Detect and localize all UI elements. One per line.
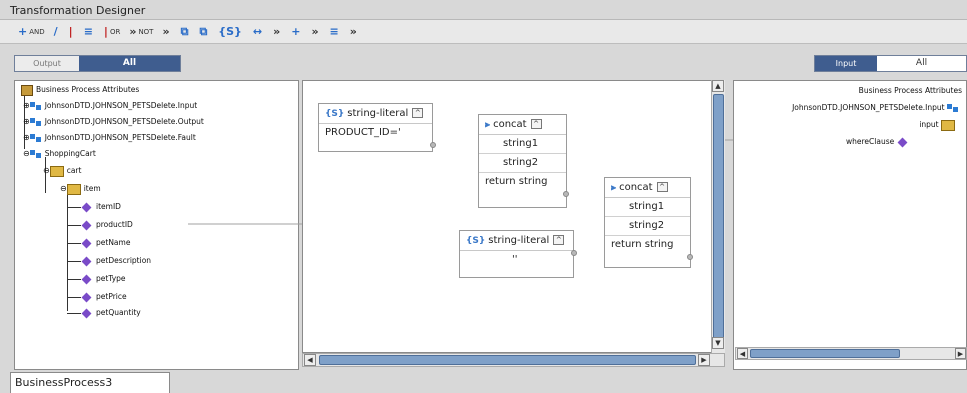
process-tab[interactable]: BusinessProcess3 [10, 372, 170, 393]
string-literal-value[interactable]: '' [460, 251, 573, 270]
output-port[interactable] [563, 191, 569, 197]
tree-item-input-message[interactable]: JohnsonDTD.JOHNSON_PETSDelete.Input [792, 102, 962, 114]
concat-input-string2[interactable]: string2 [479, 154, 566, 173]
scroll-right-button[interactable]: ▶ [698, 354, 710, 366]
string-literal-icon: {S} [466, 236, 486, 246]
output-port[interactable] [430, 142, 436, 148]
concat-icon: ⫸ [485, 120, 491, 130]
scroll-up-button[interactable]: ▲ [712, 80, 724, 92]
canvas-vertical-scrollbar[interactable]: ▲ ▼ [711, 80, 725, 353]
concat-output[interactable]: return string [479, 173, 566, 192]
scroll-right-button[interactable]: ▶ [955, 348, 966, 359]
collapse-button[interactable]: ^ [412, 108, 424, 118]
collapse-button[interactable]: ^ [530, 119, 542, 129]
string-literal-value[interactable]: PRODUCT_ID=' [319, 124, 432, 143]
concat-node-2[interactable]: ⫸ concat ^ string1 string2 return string [604, 177, 691, 268]
input-tree-horizontal-scrollbar[interactable]: ◀ ▶ [735, 347, 967, 360]
scroll-left-button[interactable]: ◀ [304, 354, 316, 366]
scrollbar-thumb[interactable] [750, 349, 900, 358]
message-icon [947, 103, 959, 113]
tree-root[interactable]: Business Process Attributes [859, 85, 962, 97]
scroll-down-button[interactable]: ▼ [712, 337, 724, 349]
string-literal-node-1[interactable]: {S} string-literal ^ PRODUCT_ID=' [318, 103, 433, 152]
collapse-button[interactable]: ^ [656, 182, 668, 192]
scrollbar-thumb[interactable] [713, 94, 724, 340]
concat-node-1[interactable]: ⫸ concat ^ string1 string2 return string [478, 114, 567, 208]
string-literal-icon: {S} [325, 109, 345, 119]
concat-input-string2[interactable]: string2 [605, 217, 690, 236]
output-port[interactable] [571, 250, 577, 256]
concat-input-string1[interactable]: string1 [605, 198, 690, 217]
concat-icon: ⫸ [611, 183, 617, 193]
scroll-left-button[interactable]: ◀ [737, 348, 748, 359]
input-tree-panel: Business Process Attributes JohnsonDTD.J… [733, 80, 967, 370]
string-literal-node-2[interactable]: {S} string-literal ^ '' [459, 230, 574, 278]
tree-item-input[interactable]: input [919, 119, 958, 131]
collapse-button[interactable]: ^ [553, 235, 565, 245]
scrollbar-thumb[interactable] [319, 355, 696, 365]
output-port[interactable] [687, 254, 693, 260]
concat-output[interactable]: return string [605, 236, 690, 255]
canvas-horizontal-scrollbar[interactable]: ◀ ▶ [302, 353, 725, 367]
concat-input-string1[interactable]: string1 [479, 135, 566, 154]
tree-field-whereclause[interactable]: whereClause [846, 136, 912, 148]
attribute-icon [897, 137, 908, 147]
input-icon [941, 119, 955, 131]
